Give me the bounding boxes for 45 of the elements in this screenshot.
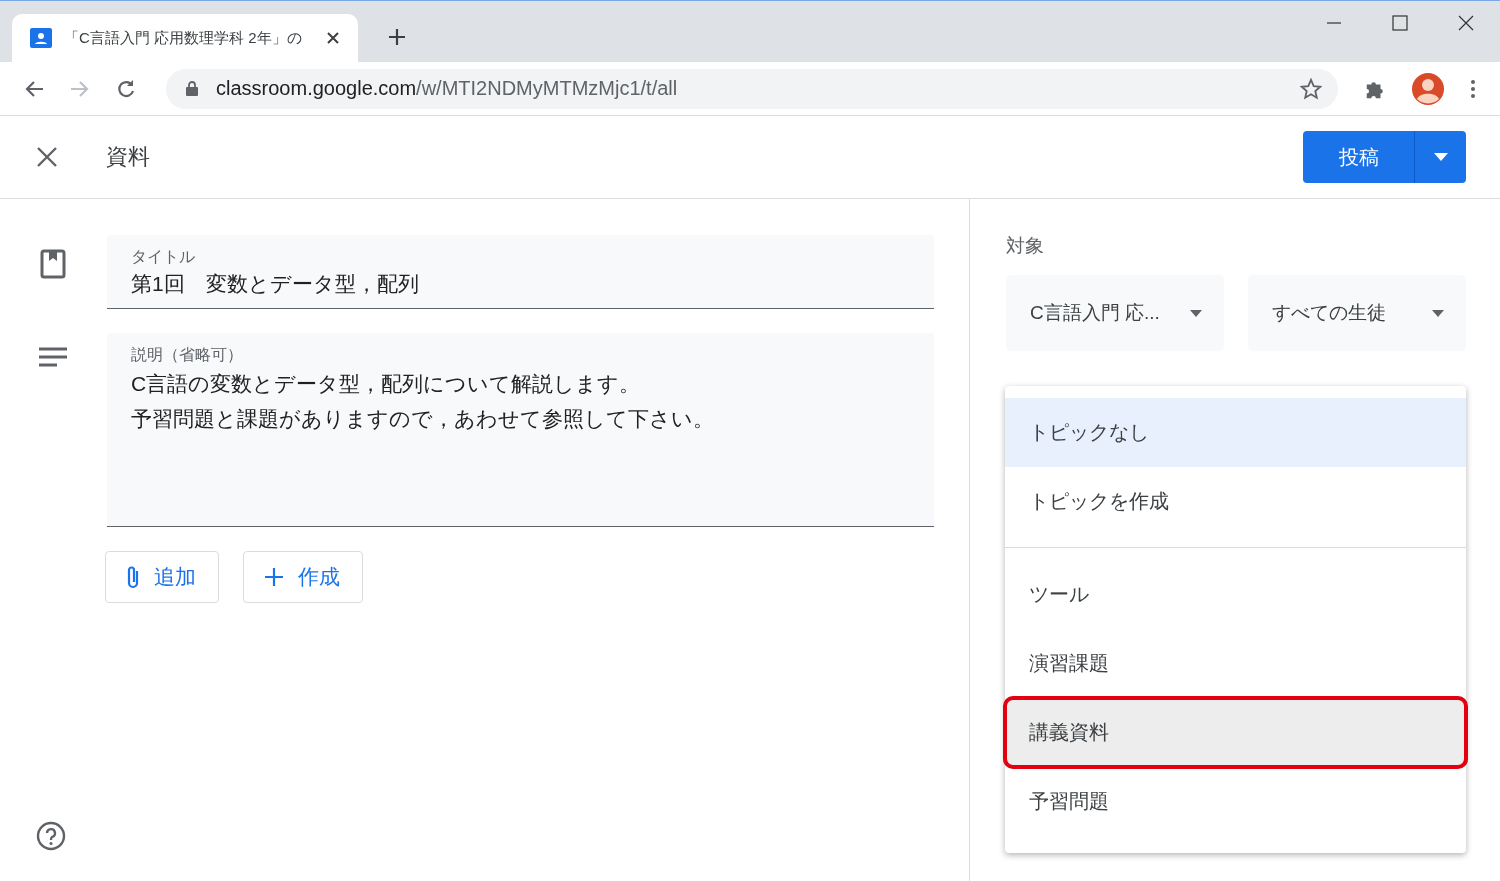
description-text: 予習問題と課題がありますので，あわせて参照して下さい。 [131, 406, 714, 432]
browser-tab[interactable]: 「C言語入門 応用数理学科 2年」の [12, 14, 358, 62]
lock-icon [186, 81, 198, 96]
field-label: 説明（省略可） [131, 345, 244, 365]
new-tab-icon[interactable] [388, 28, 406, 46]
close-icon[interactable] [36, 146, 58, 168]
description-text: C言語の変数とデータ型，配列について解説します。 [131, 371, 641, 397]
post-button[interactable]: 投稿 [1303, 131, 1415, 183]
help-icon[interactable] [36, 821, 66, 851]
menu-item[interactable]: トピックなし [1005, 398, 1466, 467]
lines-icon [38, 347, 68, 367]
back-icon[interactable] [24, 79, 44, 98]
description-field[interactable]: 説明（省略可） C言語の変数とデータ型，配列について解説します。 予習問題と課題がありますので，あわせて参照して下さい。 [107, 333, 934, 527]
bookmark-icon [38, 249, 68, 279]
paperclip-icon [126, 565, 140, 589]
plus-icon [264, 567, 284, 587]
close-icon[interactable] [326, 31, 340, 45]
maximize-icon[interactable] [1392, 15, 1408, 31]
menu-item[interactable]: 予習問題 [1005, 767, 1466, 836]
reload-icon[interactable] [116, 78, 136, 99]
url-text: classroom.google.com/w/MTI2NDMyMTMzMjc1/t/all [216, 77, 678, 100]
caret-icon [1432, 309, 1444, 317]
create-button[interactable]: 作成 [243, 551, 363, 603]
avatar-icon[interactable] [1412, 72, 1444, 105]
star-icon[interactable] [1300, 77, 1322, 100]
page-title: 資料 [106, 143, 150, 171]
classroom-icon [30, 28, 52, 48]
address-bar[interactable]: classroom.google.com/w/MTI2NDMyMTMzMjc1/t/all [166, 68, 1338, 109]
post-options-button[interactable] [1415, 131, 1466, 183]
menu-icon[interactable] [1470, 78, 1476, 99]
caret-icon [1433, 153, 1448, 161]
title-text: 第1回 変数とデータ型，配列 [131, 271, 420, 297]
field-label: タイトル [131, 247, 196, 267]
menu-item[interactable]: ツール [1005, 560, 1466, 629]
attach-button[interactable]: 追加 [105, 551, 219, 603]
tab-title: 「C言語入門 応用数理学科 2年」の [64, 28, 303, 48]
class-select[interactable]: C言語入門 応... [1006, 275, 1224, 351]
menu-item[interactable]: 講義資料 [1005, 698, 1466, 767]
menu-item[interactable]: 演習課題 [1005, 629, 1466, 698]
title-field[interactable]: タイトル 第1回 変数とデータ型，配列 [107, 235, 934, 309]
audience-label: 対象 [1006, 234, 1045, 258]
menu-item[interactable]: トピックを作成 [1005, 467, 1466, 536]
students-select[interactable]: すべての生徒 [1248, 275, 1466, 351]
caret-icon [1190, 309, 1202, 317]
close-icon[interactable] [1458, 15, 1474, 31]
